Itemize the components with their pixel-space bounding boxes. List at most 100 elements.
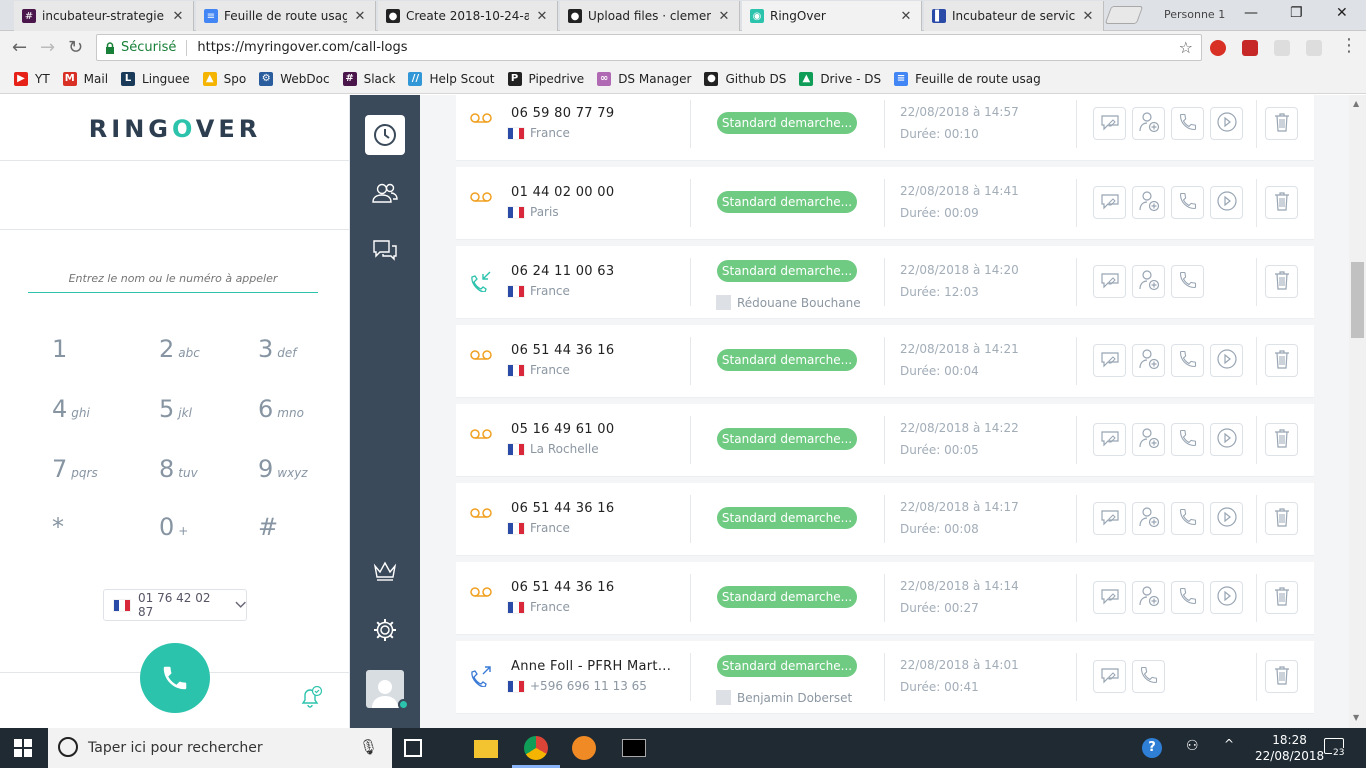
call-log-row[interactable]: 06 51 44 36 16 France Standard demarche.… — [456, 483, 1314, 556]
close-tab-icon[interactable]: ✕ — [171, 9, 185, 24]
call-button[interactable] — [140, 643, 210, 713]
comment-button[interactable] — [1093, 581, 1126, 614]
bookmark-item[interactable]: # Slack — [342, 71, 395, 86]
comment-button[interactable] — [1093, 502, 1126, 535]
notification-bell-icon[interactable] — [298, 685, 324, 712]
bookmark-item[interactable]: // Help Scout — [408, 71, 495, 86]
microphone-icon[interactable]: 🎙 — [359, 738, 378, 756]
url-text[interactable]: https://myringover.com/call-logs — [197, 40, 407, 55]
comment-button[interactable] — [1093, 186, 1126, 219]
tag-badge[interactable]: Standard demarche... — [717, 191, 857, 213]
keypad-key[interactable]: 5 jkl — [159, 395, 239, 435]
caller-number[interactable]: 06 51 44 36 16 — [511, 580, 614, 595]
dial-input[interactable] — [28, 265, 318, 293]
extension-icon[interactable] — [1210, 40, 1226, 56]
comment-button[interactable] — [1093, 660, 1126, 693]
browser-tab[interactable]: ◉ RingOver ✕ — [742, 1, 922, 31]
delete-button[interactable] — [1265, 660, 1298, 693]
bookmark-item[interactable]: ▲ Drive - DS — [799, 71, 881, 86]
play-recording-button[interactable] — [1210, 344, 1243, 377]
tag-badge[interactable]: Standard demarche... — [717, 260, 857, 282]
caller-number[interactable]: 06 24 11 00 63 — [511, 264, 614, 279]
close-window-icon[interactable]: ✕ — [1336, 5, 1348, 21]
browser-tab[interactable]: ● Upload files · clemence ✕ — [560, 1, 740, 31]
extension-icon[interactable] — [1242, 40, 1258, 56]
caller-number[interactable]: 06 51 44 36 16 — [511, 501, 614, 516]
keypad-key[interactable]: 1 — [52, 335, 132, 375]
contacts-icon[interactable] — [365, 173, 405, 213]
keypad-key[interactable]: 7 pqrs — [52, 455, 132, 495]
bookmark-item[interactable]: ● Github DS — [704, 71, 786, 86]
call-log-row[interactable]: 05 16 49 61 00 La Rochelle Standard dema… — [456, 404, 1314, 477]
outgoing-number-select[interactable]: 01 76 42 02 87 — [103, 589, 247, 621]
tag-badge[interactable]: Standard demarche... — [717, 655, 857, 677]
caller-number[interactable]: Anne Foll - PFRH Mart... — [511, 659, 671, 674]
new-tab-button[interactable] — [1104, 6, 1144, 24]
close-tab-icon[interactable]: ✕ — [535, 9, 549, 24]
browser-tab[interactable]: ● Create 2018-10-24-amm ✕ — [378, 1, 558, 31]
windows-start-icon[interactable] — [14, 739, 32, 760]
chrome-icon[interactable] — [524, 736, 548, 760]
bookmark-item[interactable]: M Mail — [62, 71, 108, 86]
delete-button[interactable] — [1265, 265, 1298, 298]
call-log-row[interactable]: 06 24 11 00 63 France Standard demarche.… — [456, 246, 1314, 319]
crown-icon[interactable] — [365, 551, 405, 591]
call-log-row[interactable]: 01 44 02 00 00 Paris Standard demarche..… — [456, 167, 1314, 240]
page-scrollbar[interactable]: ▲ ▼ — [1349, 95, 1366, 728]
keypad-key[interactable]: 2 abc — [159, 335, 239, 375]
close-tab-icon[interactable]: ✕ — [1081, 9, 1095, 24]
terminal-icon[interactable] — [622, 739, 646, 757]
play-recording-button[interactable] — [1210, 107, 1243, 140]
close-tab-icon[interactable]: ✕ — [353, 9, 367, 24]
comment-button[interactable] — [1093, 344, 1126, 377]
gmail-extension-icon[interactable] — [1274, 40, 1290, 56]
bookmark-item[interactable]: P Pipedrive — [507, 71, 584, 86]
menu-icon[interactable]: ⋮ — [1340, 35, 1358, 56]
bookmark-item[interactable]: ▶ YT — [14, 71, 50, 86]
delete-button[interactable] — [1265, 344, 1298, 377]
keypad-key[interactable]: 4 ghi — [52, 395, 132, 435]
tray-chevron-icon[interactable]: ^ — [1224, 737, 1234, 751]
add-contact-button[interactable] — [1132, 265, 1165, 298]
tag-badge[interactable]: Standard demarche... — [717, 349, 857, 371]
chat-icon[interactable] — [365, 231, 405, 271]
forward-icon[interactable]: → — [40, 37, 55, 58]
tag-badge[interactable]: Standard demarche... — [717, 586, 857, 608]
delete-button[interactable] — [1265, 186, 1298, 219]
help-icon[interactable]: ? — [1142, 738, 1162, 758]
delete-button[interactable] — [1265, 107, 1298, 140]
task-view-icon[interactable] — [404, 739, 422, 757]
browser-tab[interactable]: ▌ Incubateur de services ✕ — [924, 1, 1104, 31]
bookmark-item[interactable]: ≡ Feuille de route usag — [894, 71, 1041, 86]
browser-tab[interactable]: # incubateur-strategie | b ✕ — [14, 1, 194, 31]
call-log-row[interactable]: 06 51 44 36 16 France Standard demarche.… — [456, 562, 1314, 635]
bookmark-item[interactable]: ▲ Spo — [202, 71, 246, 86]
add-contact-button[interactable] — [1132, 581, 1165, 614]
keypad-key[interactable]: 9 wxyz — [258, 455, 338, 495]
bookmark-star-icon[interactable]: ☆ — [1179, 38, 1193, 57]
bookmark-item[interactable]: L Linguee — [121, 71, 190, 86]
taskbar-clock[interactable]: 18:28 22/08/2018 — [1255, 732, 1324, 764]
keypad-key[interactable]: 8 tuv — [159, 455, 239, 495]
caller-number[interactable]: 05 16 49 61 00 — [511, 422, 614, 437]
tag-badge[interactable]: Standard demarche... — [717, 112, 857, 134]
play-recording-button[interactable] — [1210, 186, 1243, 219]
add-contact-button[interactable] — [1132, 502, 1165, 535]
keypad-key[interactable]: 6 mno — [258, 395, 338, 435]
close-tab-icon[interactable]: ✕ — [899, 9, 913, 24]
keypad-key[interactable]: 3 def — [258, 335, 338, 375]
file-explorer-icon[interactable] — [474, 740, 498, 758]
address-bar[interactable]: Sécurisé https://myringover.com/call-log… — [96, 34, 1202, 61]
bookmark-item[interactable]: ∞ DS Manager — [597, 71, 691, 86]
callback-button[interactable] — [1171, 107, 1204, 140]
minimize-icon[interactable]: — — [1244, 5, 1258, 21]
call-log-row[interactable]: 06 51 44 36 16 France Standard demarche.… — [456, 325, 1314, 398]
comment-button[interactable] — [1093, 265, 1126, 298]
add-contact-button[interactable] — [1132, 186, 1165, 219]
people-icon[interactable]: ⚇ — [1186, 738, 1199, 754]
browser-tab[interactable]: ≡ Feuille de route usager ✕ — [196, 1, 376, 31]
close-tab-icon[interactable]: ✕ — [717, 9, 731, 24]
caller-number[interactable]: 06 59 80 77 79 — [511, 106, 614, 121]
tag-badge[interactable]: Standard demarche... — [717, 507, 857, 529]
secure-indicator[interactable]: Sécurisé — [105, 40, 176, 55]
